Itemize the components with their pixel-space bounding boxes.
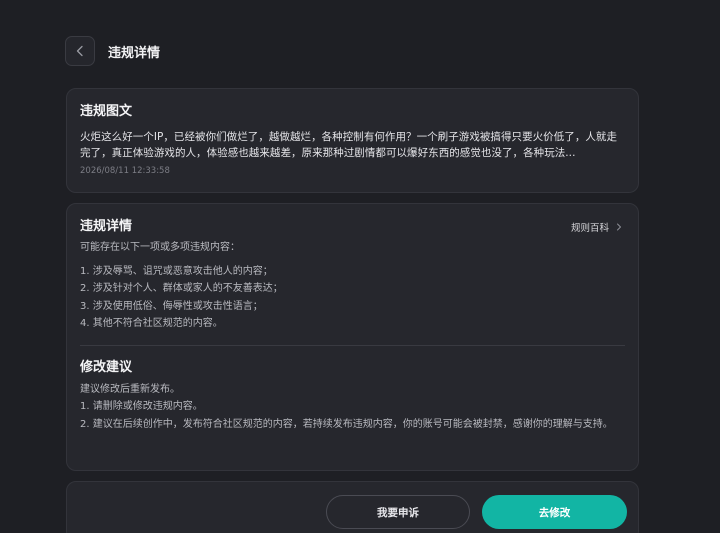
post-body-text: 火炬这么好一个IP，已经被你们做烂了，越做越烂，各种控制有何作用？一个刷子游戏被… [80, 131, 618, 159]
suggestion-section-title: 修改建议 [80, 359, 133, 375]
chevron-left-icon [76, 45, 83, 57]
detail-intro: 可能存在以下一项或多项违规内容： [80, 242, 240, 253]
suggestion-line: 建议修改后重新发布。 [80, 383, 180, 395]
page-title: 违规详情 [108, 45, 161, 61]
suggestion-list: 建议修改后重新发布。 1. 请删除或修改违规内容。 2. 建议在后续创作中，发布… [80, 381, 625, 434]
violation-detail-card: 违规详情 规则百科 可能存在以下一项或多项违规内容： 1. 涉及辱骂、诅咒或恶意… [66, 203, 639, 471]
detail-section-title: 违规详情 [80, 219, 133, 234]
post-timestamp: 2026/08/11 12:33:58 [80, 166, 170, 176]
violating-post-card: 违规图文 火炬这么好一个IP，已经被你们做烂了，越做越烂，各种控制有何作用？一个… [66, 88, 639, 193]
back-button[interactable] [65, 36, 95, 66]
rules-link-label: 规则百科 [570, 222, 609, 234]
edit-button[interactable]: 去修改 [482, 495, 627, 529]
post-section-title: 违规图文 [80, 104, 133, 119]
section-divider [80, 344, 625, 346]
violation-item: 2. 涉及针对个人、群体或家人的不友善表达； [80, 283, 283, 294]
violation-detail-page: 违规详情 违规图文 火炬这么好一个IP，已经被你们做烂了，越做越烂，各种控制有何… [0, 0, 720, 533]
rules-encyclopedia-link[interactable]: 规则百科 [571, 220, 623, 234]
header: 违规详情 [65, 36, 160, 66]
suggestion-line: 1. 请删除或修改违规内容。 [80, 401, 203, 412]
violation-list: 1. 涉及辱骂、诅咒或恶意攻击他人的内容； 2. 涉及针对个人、群体或家人的不友… [80, 263, 625, 333]
detail-header: 违规详情 规则百科 [80, 218, 625, 235]
violation-item: 4. 其他不符合社区规范的内容。 [80, 318, 223, 329]
violation-item: 3. 涉及使用低俗、侮辱性或攻击性语言； [80, 300, 263, 312]
suggestion-line: 2. 建议在后续创作中，发布符合社区规范的内容，若持续发布违规内容，你的账号可能… [80, 418, 613, 430]
appeal-button[interactable]: 我要申诉 [326, 495, 470, 529]
action-bar: 我要申诉 去修改 [66, 481, 639, 533]
chevron-right-icon [617, 223, 621, 230]
violation-item: 1. 涉及辱骂、诅咒或恶意攻击他人的内容； [80, 265, 273, 277]
